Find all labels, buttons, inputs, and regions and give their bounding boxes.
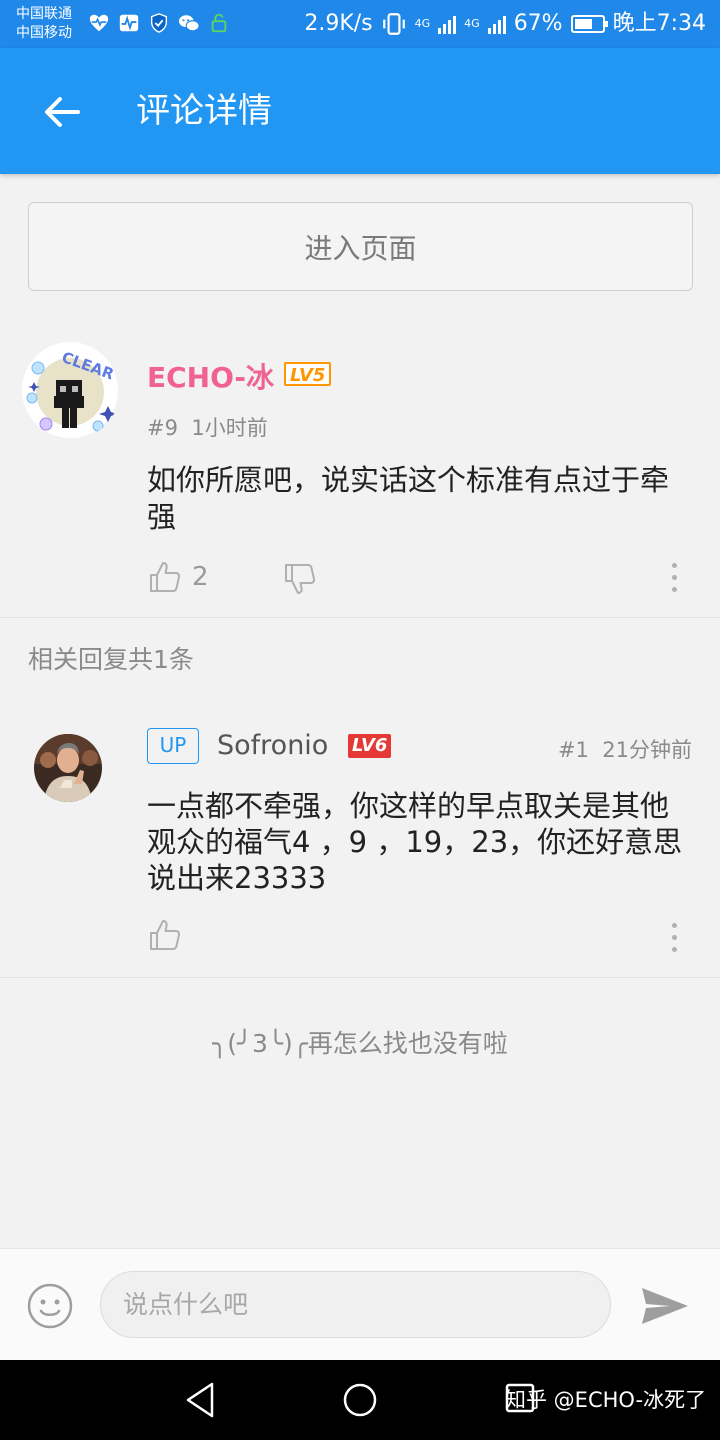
- more-options-icon[interactable]: [664, 920, 684, 956]
- carrier-1: 中国联通: [16, 6, 72, 22]
- reply-level-badge: LV6: [348, 734, 392, 758]
- page-title: 评论详情: [136, 91, 272, 131]
- clock: 晚上7:34: [612, 11, 706, 36]
- network-type-1: 4G: [414, 17, 431, 30]
- health-icon: [89, 14, 109, 32]
- main-comment: CLEAR ECHO-冰 LV5 #9 1小时前 如你所愿吧，说实话这个标准有点…: [0, 318, 720, 618]
- reply-post-time: 21分钟前: [602, 738, 692, 762]
- comment-input[interactable]: [100, 1271, 611, 1338]
- carrier-2: 中国移动: [16, 25, 72, 41]
- comment-text: 如你所愿吧，说实话这个标准有点过于牵强: [147, 463, 670, 534]
- battery-percent: 67%: [513, 11, 563, 36]
- enter-page-button[interactable]: 进入页面: [28, 202, 693, 291]
- up-tag: UP: [147, 728, 199, 764]
- zhihu-watermark: 知乎 @ECHO-冰死了: [505, 1388, 707, 1412]
- like-count: 2: [192, 562, 209, 592]
- floor-and-time: #9 1小时前: [147, 412, 268, 442]
- author-name[interactable]: ECHO-冰: [147, 356, 274, 396]
- thumbs-up-icon[interactable]: [148, 560, 182, 594]
- notification-icons: [88, 12, 230, 34]
- shield-icon: [150, 13, 168, 33]
- comment-input-bar: [0, 1248, 720, 1360]
- back-arrow-icon[interactable]: [36, 86, 88, 138]
- carrier-info: 中国联通 中国移动: [16, 5, 72, 43]
- battery-fill: [574, 19, 592, 29]
- reply-floor-and-time: #1 21分钟前: [558, 734, 692, 764]
- more-options-icon[interactable]: [664, 560, 684, 596]
- network-speed: 2.9K/s: [304, 11, 373, 36]
- reply-author-name[interactable]: Sofronio: [217, 730, 328, 761]
- send-icon[interactable]: [640, 1284, 690, 1328]
- app-header: 评论详情: [0, 48, 720, 174]
- thumbs-down-icon[interactable]: [283, 562, 317, 596]
- nav-back-icon[interactable]: [182, 1380, 218, 1420]
- signal-icon-2: [487, 14, 506, 34]
- floor-number: #9: [147, 416, 178, 440]
- signal-icon-1: [438, 14, 457, 34]
- reply-item: UP Sofronio LV6 #1 21分钟前 一点都不牵强，你这样的早点取关…: [0, 700, 720, 978]
- comment-detail-screen: 中国联通 中国移动 2.9K/s 4G 4G 67% 晚上7:34 评论详情 进…: [0, 0, 720, 1440]
- level-badge: LV5: [284, 362, 332, 386]
- emoji-icon[interactable]: [26, 1282, 74, 1330]
- post-time: 1小时前: [191, 416, 268, 440]
- thumbs-up-icon[interactable]: [148, 918, 182, 952]
- battery-icon: [570, 15, 608, 33]
- avatar[interactable]: CLEAR: [20, 340, 120, 440]
- pulse-icon: [119, 14, 139, 32]
- lock-icon: [211, 13, 227, 33]
- replies-count-header: 相关回复共1条: [28, 645, 194, 674]
- reply-text: 一点都不牵强，你这样的早点取关是其他观众的福气4 ，9 ，19，23，你还好意思…: [147, 789, 683, 895]
- reply-floor-number: #1: [557, 738, 589, 762]
- reply-avatar[interactable]: [34, 734, 102, 802]
- status-right: 2.9K/s 4G 4G 67% 晚上7:34: [304, 10, 706, 38]
- wechat-icon: [178, 15, 200, 32]
- nav-home-icon[interactable]: [342, 1382, 378, 1418]
- navigation-bar: 知乎 @ECHO-冰死了: [0, 1360, 720, 1440]
- end-of-list-text: ╮(╯3╰)╭再怎么找也没有啦: [212, 1029, 508, 1058]
- status-bar: 中国联通 中国移动 2.9K/s 4G 4G 67% 晚上7:34: [0, 0, 720, 48]
- network-type-2: 4G: [464, 17, 480, 30]
- vibrate-icon: [382, 13, 405, 35]
